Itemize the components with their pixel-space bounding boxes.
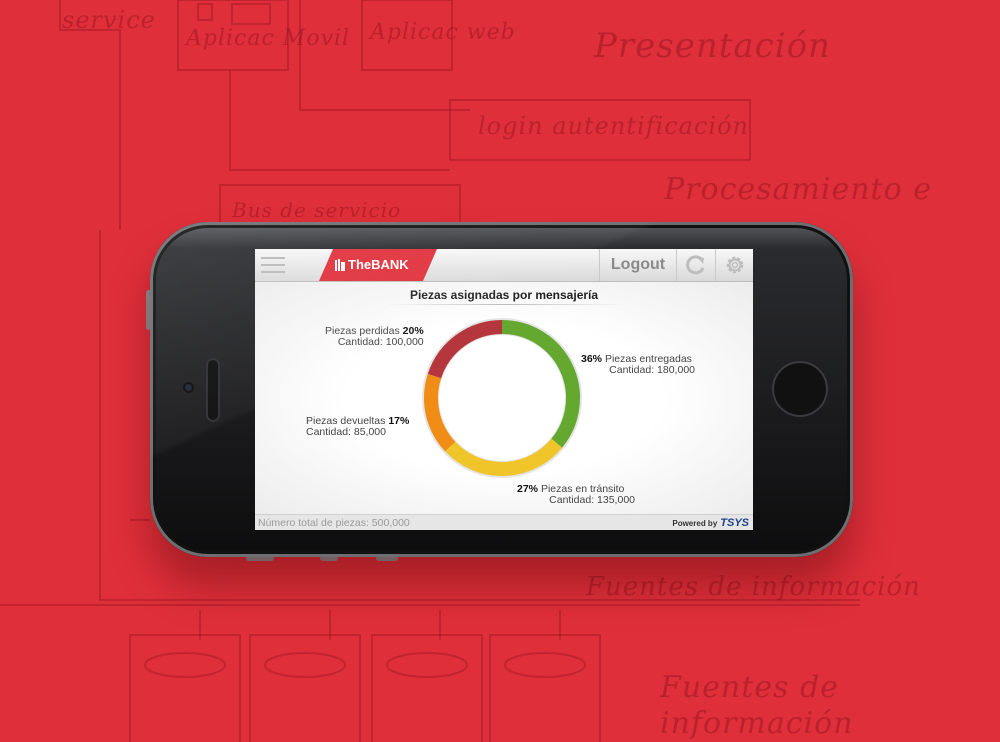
brand-name: TheBANK	[348, 257, 409, 272]
sketch-note: Presentación	[594, 26, 831, 66]
slice-pct: 27%	[517, 483, 539, 495]
bank-logo-icon	[335, 259, 345, 271]
slice-label-entregadas: 36% Piezas entregadas Cantidad: 180,000	[581, 354, 695, 376]
total-pieces-label: Número total de piezas: 500,000	[258, 517, 410, 529]
sketch-note: Aplicac web	[370, 20, 516, 45]
refresh-icon	[686, 255, 705, 275]
sketch-note: Fuentes de información	[586, 572, 921, 602]
donut-hole	[439, 335, 565, 461]
powered-by-text: Powered by	[672, 519, 718, 528]
slice-cantidad: Cantidad: 180,000	[609, 364, 695, 376]
footer-bar: Número total de piezas: 500,000 Powered …	[255, 514, 753, 530]
refresh-button[interactable]	[676, 249, 715, 281]
app-screen: TheBANK Logout Piezas asignadas por mens…	[255, 249, 753, 530]
slice-label-transito: 27% Piezas en tránsito Cantidad: 135,000	[517, 484, 635, 506]
slice-cantidad: Cantidad: 85,000	[306, 426, 386, 438]
sketch-note: service	[62, 6, 156, 34]
sketch-note: login autentificación	[478, 112, 749, 140]
slice-pct: 36%	[581, 353, 603, 365]
chart-area: Piezas asignadas por mensajería Piezas p…	[255, 282, 753, 514]
slice-cantidad: Cantidad: 100,000	[337, 336, 424, 348]
sketch-note: Bus de servicio	[232, 198, 402, 222]
slice-label-perdidas: Piezas perdidas 20% Cantidad: 100,000	[325, 326, 424, 348]
slice-cantidad: Cantidad: 135,000	[549, 494, 635, 506]
powered-by: Powered by TSYS	[672, 517, 749, 529]
slice-pct: 17%	[388, 415, 410, 427]
front-camera	[183, 382, 194, 393]
donut-chart	[422, 318, 582, 478]
sketch-note: Procesamiento e	[664, 172, 932, 207]
home-button[interactable]	[772, 361, 828, 417]
sketch-note: Aplicac Movil	[186, 26, 351, 51]
settings-button[interactable]	[715, 249, 753, 281]
logout-button[interactable]: Logout	[599, 249, 676, 281]
menu-icon[interactable]	[261, 257, 285, 273]
tsys-logo: TSYS	[720, 517, 749, 529]
slice-label-devueltas: Piezas devueltas 17% Cantidad: 85,000	[306, 416, 409, 438]
app-header: TheBANK Logout	[255, 249, 753, 282]
gear-icon	[726, 256, 744, 274]
earpiece-speaker	[206, 358, 220, 422]
sketch-note: Fuentes de información	[660, 670, 854, 741]
